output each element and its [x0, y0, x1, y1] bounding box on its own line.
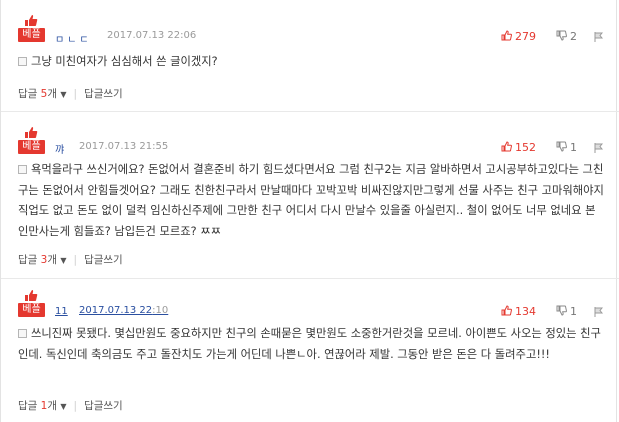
divider: |: [73, 88, 78, 100]
best-badge: 베플: [18, 126, 45, 156]
comment-body: 쓰니진짜 못됐다. 몇십만원도 중요하지만 친구의 손때묻은 몇만원도 소중한거…: [18, 327, 601, 361]
hand-up-icon: [501, 30, 512, 41]
comment-text: 그냥 미친여자가 심심해서 쓴 글이겠지?: [18, 52, 604, 73]
best-label: 베플: [18, 28, 45, 42]
dislike-button[interactable]: 1: [556, 305, 577, 318]
divider: [1, 278, 619, 279]
dislike-count: 2: [570, 30, 577, 43]
like-count: 152: [515, 141, 536, 154]
reply-unit: 개: [47, 400, 58, 412]
hand-up-icon: [501, 141, 512, 152]
chevron-down-icon: ▼: [60, 402, 67, 411]
reply-toggle[interactable]: 답글 1개 ▼: [18, 400, 67, 412]
like-count: 279: [515, 30, 536, 43]
flag-icon[interactable]: [594, 32, 603, 42]
chevron-down-icon: ▼: [60, 256, 67, 265]
reply-label: 답글: [18, 88, 38, 100]
like-button[interactable]: 152: [501, 141, 536, 154]
chevron-down-icon: ▼: [60, 90, 67, 99]
best-badge: 베플: [18, 14, 45, 44]
comment-date: 2017.07.13 22:06: [107, 30, 197, 41]
like-button[interactable]: 134: [501, 305, 536, 318]
divider: |: [73, 254, 78, 266]
comment-body: 그냥 미친여자가 심심해서 쓴 글이겠지?: [31, 55, 218, 68]
comment-text: 쓰니진짜 못됐다. 몇십만원도 중요하지만 친구의 손때묻은 몇만원도 소중한거…: [18, 324, 604, 365]
best-label: 베플: [18, 303, 45, 317]
dislike-button[interactable]: 2: [556, 30, 577, 43]
write-reply-link[interactable]: 답글쓰기: [84, 400, 123, 412]
reply-unit: 개: [47, 88, 58, 100]
thumbs-up-icon: [25, 15, 38, 26]
hand-down-icon: [556, 305, 567, 316]
dislike-count: 1: [570, 305, 577, 318]
comment-author[interactable]: 11: [55, 306, 68, 317]
write-reply-link[interactable]: 답글쓰기: [84, 88, 123, 100]
thumbs-up-icon: [25, 290, 38, 301]
comment-author[interactable]: ㅁㄴㄷ: [55, 31, 92, 46]
write-reply-link[interactable]: 답글쓰기: [84, 254, 123, 266]
reply-label: 답글: [18, 400, 38, 412]
comment-actions: 답글 3개 ▼ | 답글쓰기: [18, 252, 123, 267]
memo-icon: [18, 165, 27, 174]
hand-down-icon: [556, 30, 567, 41]
reply-toggle[interactable]: 답글 5개 ▼: [18, 88, 67, 100]
hand-up-icon: [501, 305, 512, 316]
comment-date-main: 2017.07.13 22: [79, 305, 153, 316]
divider: [1, 111, 619, 112]
best-label: 베플: [18, 140, 45, 154]
comment-list: 베플 ㅁㄴㄷ 2017.07.13 22:06 279 2 그냥 미친여자가 심…: [0, 0, 619, 422]
comment-body: 욕먹을라구 쓰신거에요? 돈없어서 결혼준비 하기 힘드셨다면서요 그럼 친구2…: [18, 163, 604, 238]
comment-text: 욕먹을라구 쓰신거에요? 돈없어서 결혼준비 하기 힘드셨다면서요 그럼 친구2…: [18, 160, 604, 242]
reply-unit: 개: [47, 254, 58, 266]
reply-toggle[interactable]: 답글 3개 ▼: [18, 254, 67, 266]
comment-author[interactable]: 꺄: [55, 141, 67, 156]
like-count: 134: [515, 305, 536, 318]
hand-down-icon: [556, 141, 567, 152]
thumbs-up-icon: [25, 127, 38, 138]
memo-icon: [18, 329, 27, 338]
like-button[interactable]: 279: [501, 30, 536, 43]
comment-actions: 답글 1개 ▼ | 답글쓰기: [18, 398, 123, 413]
dislike-button[interactable]: 1: [556, 141, 577, 154]
comment-date: 2017.07.13 21:55: [79, 141, 169, 152]
flag-icon[interactable]: [594, 143, 603, 153]
comment-date: 2017.07.13 22:10: [79, 305, 168, 316]
flag-icon[interactable]: [594, 307, 603, 317]
comment-date-tail: :10: [152, 305, 169, 316]
divider: |: [73, 400, 78, 412]
reply-label: 답글: [18, 254, 38, 266]
memo-icon: [18, 57, 27, 66]
comment-actions: 답글 5개 ▼ | 답글쓰기: [18, 86, 123, 101]
best-badge: 베플: [18, 289, 45, 319]
dislike-count: 1: [570, 141, 577, 154]
